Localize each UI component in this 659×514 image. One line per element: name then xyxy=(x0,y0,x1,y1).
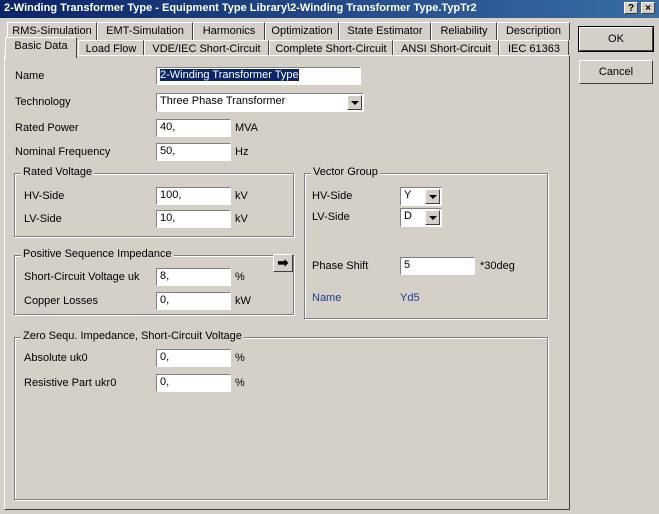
title-bar: 2-Winding Transformer Type - Equipment T… xyxy=(0,0,659,18)
copper-losses-input[interactable]: 0, xyxy=(156,292,231,310)
rated-power-label: Rated Power xyxy=(15,122,79,134)
tab-description[interactable]: Description xyxy=(497,22,570,40)
tab-harmonics[interactable]: Harmonics xyxy=(193,22,265,40)
short-circuit-voltage-input[interactable]: 8, xyxy=(156,268,231,286)
nominal-frequency-unit: Hz xyxy=(235,146,249,158)
vector-group-name-value: Yd5 xyxy=(400,292,420,304)
name-input[interactable]: 2-Winding Transformer Type xyxy=(156,67,361,85)
technology-label: Technology xyxy=(15,96,71,108)
tab-basic-data[interactable]: Basic Data xyxy=(5,37,77,58)
short-circuit-voltage-unit: % xyxy=(235,271,245,283)
cancel-button[interactable]: Cancel xyxy=(579,60,653,84)
resistive-part-ukr0-unit: % xyxy=(235,377,245,389)
vg-hv-select[interactable]: Y xyxy=(400,187,442,206)
close-button[interactable]: × xyxy=(641,2,655,14)
tab-optimization[interactable]: Optimization xyxy=(265,22,339,40)
hv-side-label: HV-Side xyxy=(24,190,65,202)
help-button[interactable]: ? xyxy=(624,2,638,14)
technology-select[interactable]: Three Phase Transformer xyxy=(156,93,364,112)
phase-shift-input[interactable]: 5 xyxy=(400,257,475,275)
nominal-frequency-input[interactable]: 50, xyxy=(156,143,231,161)
phase-shift-unit: *30deg xyxy=(480,260,515,272)
zero-sequence-group: Zero Sequ. Impedance, Short-Circuit Volt… xyxy=(14,330,548,500)
rated-voltage-title: Rated Voltage xyxy=(21,166,95,178)
zero-sequence-title: Zero Sequ. Impedance, Short-Circuit Volt… xyxy=(21,330,244,342)
absolute-uk0-label: Absolute uk0 xyxy=(24,352,88,364)
vector-group-name-label: Name xyxy=(312,292,342,304)
nominal-frequency-label: Nominal Frequency xyxy=(15,146,111,158)
short-circuit-voltage-label: Short-Circuit Voltage uk xyxy=(24,271,140,283)
vector-group-title: Vector Group xyxy=(311,166,380,178)
tab-emt-simulation[interactable]: EMT-Simulation xyxy=(97,22,193,40)
absolute-uk0-unit: % xyxy=(235,352,245,364)
hv-voltage-unit: kV xyxy=(235,190,248,202)
chevron-down-icon[interactable] xyxy=(425,189,440,204)
resistive-part-ukr0-label: Resistive Part ukr0 xyxy=(24,377,117,389)
rated-voltage-group: Rated Voltage xyxy=(14,166,294,237)
phase-shift-label: Phase Shift xyxy=(312,260,369,272)
vg-lv-select[interactable]: D xyxy=(400,208,442,227)
resistive-part-ukr0-input[interactable]: 0, xyxy=(156,374,231,392)
absolute-uk0-input[interactable]: 0, xyxy=(156,349,231,367)
copper-losses-unit: kW xyxy=(235,295,251,307)
tab-state-estimator[interactable]: State Estimator xyxy=(339,22,431,40)
lv-voltage-unit: kV xyxy=(235,213,248,225)
positive-sequence-title: Positive Sequence Impedance xyxy=(21,248,174,260)
rated-power-input[interactable]: 40, xyxy=(156,119,231,137)
hv-voltage-input[interactable]: 100, xyxy=(156,187,231,205)
vg-lv-side-label: LV-Side xyxy=(312,211,350,223)
chevron-down-icon[interactable] xyxy=(347,95,362,110)
copper-losses-label: Copper Losses xyxy=(24,295,98,307)
tab-reliability[interactable]: Reliability xyxy=(431,22,497,40)
arrow-right-icon[interactable]: ➡ xyxy=(273,254,293,272)
lv-voltage-input[interactable]: 10, xyxy=(156,210,231,228)
ok-button[interactable]: OK xyxy=(578,26,654,52)
vg-hv-side-label: HV-Side xyxy=(312,190,353,202)
rated-power-unit: MVA xyxy=(235,122,259,134)
lv-side-label: LV-Side xyxy=(24,213,62,225)
window-title: 2-Winding Transformer Type - Equipment T… xyxy=(4,2,477,14)
name-label: Name xyxy=(15,70,45,82)
chevron-down-icon[interactable] xyxy=(425,210,440,225)
